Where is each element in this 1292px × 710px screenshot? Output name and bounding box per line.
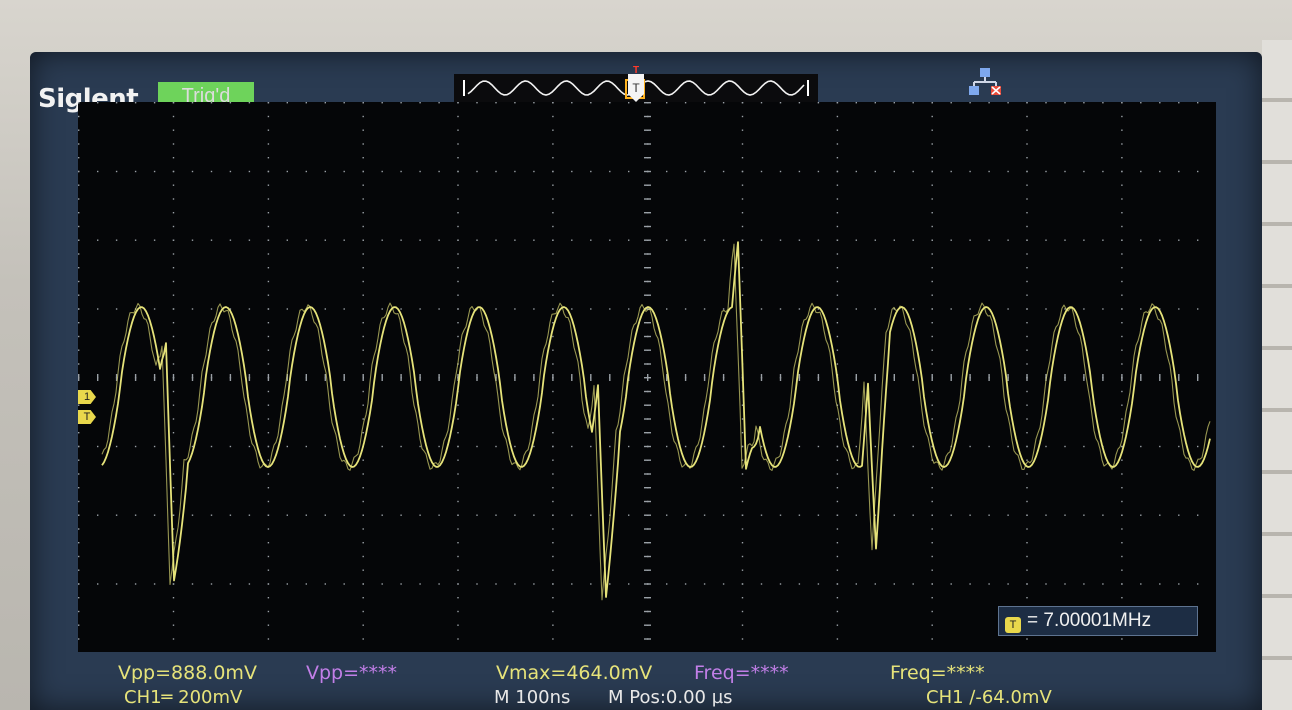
ch1-scale-readout[interactable]: CH1═ 200mV [124,687,242,708]
measurement-freq: Freq=**** [890,662,985,684]
measurement-ch2-freq: Freq=**** [694,662,789,684]
graticule-and-trace [78,102,1211,640]
trigger-info-readout[interactable]: CH1 ∕-64.0mV [926,687,1052,708]
measurement-vmax: Vmax=464.0mV [496,662,653,684]
network-disconnected-icon [966,68,1006,98]
frequency-counter-value: = 7.00001MHz [1027,610,1152,631]
trigger-position-marker[interactable]: T T [626,64,646,104]
time-position-readout[interactable]: M Pos:0.00 µs [608,687,733,708]
trigger-t-label: T [632,81,640,95]
measurement-ch1-vpp: Vpp=888.0mV [118,662,257,684]
waveform-display[interactable] [78,102,1216,652]
trigger-icon: T [1005,617,1021,633]
side-softkey-strip[interactable] [1262,40,1292,710]
timebase-readout[interactable]: M 100ns [494,687,570,708]
measurement-ch2-vpp: Vpp=**** [306,662,398,684]
frequency-counter-readout: T = 7.00001MHz [998,606,1198,636]
